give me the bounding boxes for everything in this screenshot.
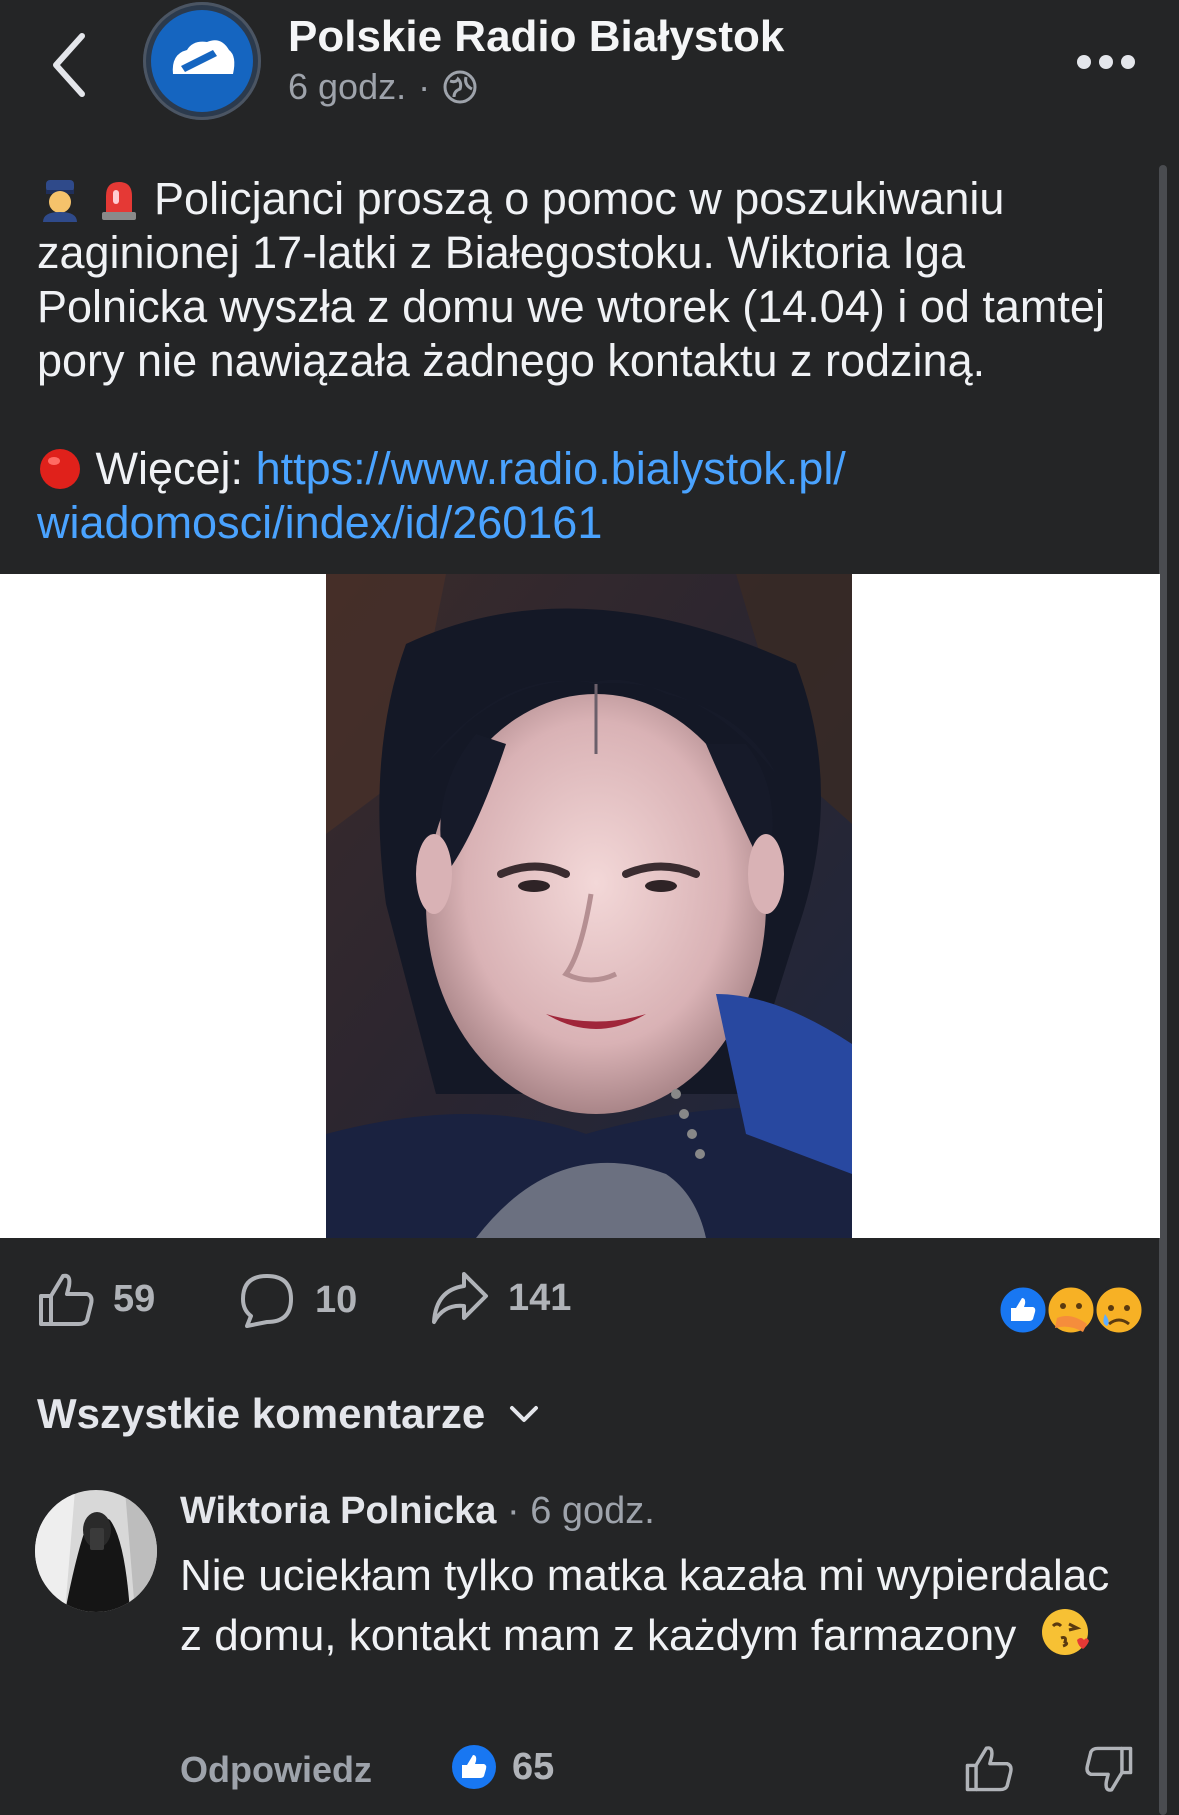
upvote-icon[interactable] [964, 1743, 1014, 1793]
comment-actions: Odpowiedz 65 [180, 1743, 1140, 1799]
comment-body: Nie uciekłam tylko matka kazała mi wypie… [180, 1551, 1110, 1660]
comment-bubble-icon [241, 1274, 293, 1328]
sad-reaction-icon [1093, 1284, 1145, 1336]
post-time: 6 godz. [288, 66, 407, 107]
downvote-icon[interactable] [1084, 1745, 1134, 1795]
share-action[interactable]: 141 [430, 1270, 571, 1326]
like-action[interactable]: 59 [37, 1270, 155, 1328]
radio-logo-icon [172, 40, 235, 74]
like-reaction-icon [452, 1745, 496, 1789]
post-text: Policjanci proszą o pomoc w poszukiwaniu… [37, 172, 1147, 550]
comment-text: Nie uciekłam tylko matka kazała mi wypie… [180, 1546, 1130, 1666]
comments-title: Wszystkie komentarze [37, 1390, 486, 1437]
reaction-icons[interactable] [997, 1284, 1147, 1338]
more-label: Więcej: [95, 443, 244, 494]
siren-emoji [101, 182, 136, 220]
chevron-down-icon [510, 1406, 539, 1422]
chevron-left-icon[interactable] [46, 30, 96, 100]
care-reaction-icon [1045, 1284, 1097, 1336]
kissing-face-emoji [1041, 1609, 1089, 1655]
comment-time: · 6 godz. [506, 1490, 655, 1532]
scrollbar[interactable] [1159, 165, 1167, 1815]
comment-like-count[interactable]: 65 [450, 1743, 554, 1791]
globe-icon [443, 70, 477, 104]
post-paragraph: Policjanci proszą o pomoc w poszukiwaniu… [37, 173, 1105, 386]
share-arrow-icon [432, 1272, 488, 1324]
commenter-avatar[interactable] [35, 1490, 157, 1612]
thumbs-up-icon [39, 1273, 94, 1326]
reply-button[interactable]: Odpowiedz [180, 1749, 372, 1791]
post-header: Polskie Radio Białystok 6 godz. · [0, 0, 1179, 130]
post-meta: 6 godz. · [288, 66, 478, 108]
comment-author[interactable]: Wiktoria Polnicka [180, 1490, 496, 1532]
comment-likes: 65 [512, 1745, 555, 1788]
post-photo[interactable] [326, 574, 852, 1238]
commenter-photo [35, 1490, 157, 1612]
comments-filter[interactable]: Wszystkie komentarze [37, 1390, 539, 1438]
comment-header: Wiktoria Polnicka · 6 godz. [180, 1490, 655, 1533]
meta-separator: · [418, 66, 431, 107]
page-name[interactable]: Polskie Radio Białystok [288, 12, 784, 62]
like-reaction-icon [997, 1284, 1049, 1336]
red-circle-emoji [40, 449, 80, 489]
like-count: 59 [113, 1277, 156, 1320]
comment-count: 10 [315, 1278, 358, 1321]
post-photo-container[interactable] [0, 574, 1160, 1238]
page-avatar[interactable] [143, 2, 261, 120]
police-officer-emoji [43, 180, 77, 222]
portrait-image [326, 574, 852, 1238]
share-count: 141 [508, 1276, 572, 1319]
comment-action[interactable]: 10 [237, 1270, 357, 1330]
post-actions: 59 10 141 [0, 1270, 1160, 1340]
more-dots-icon[interactable] [1076, 54, 1136, 70]
